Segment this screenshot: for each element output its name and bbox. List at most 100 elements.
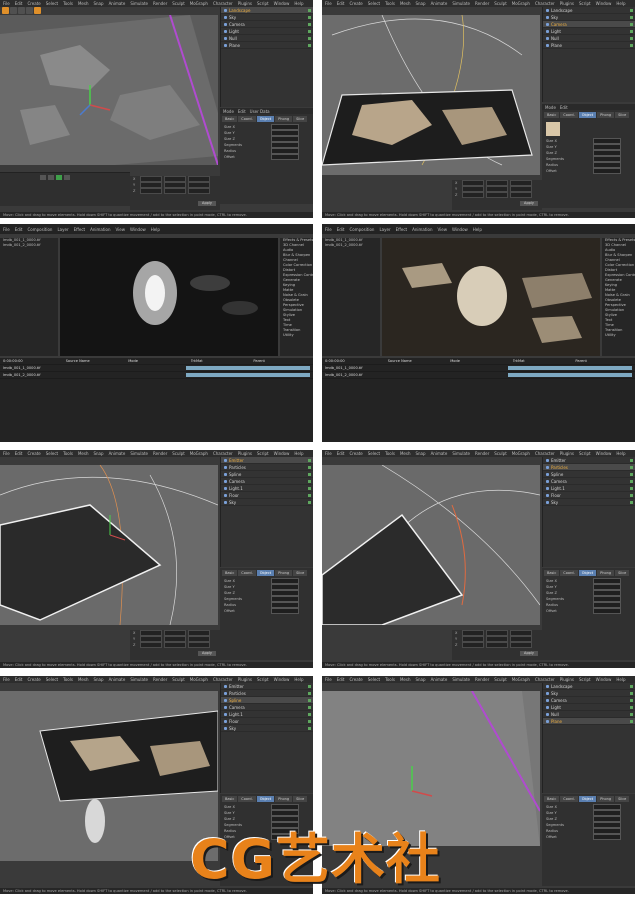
visibility-check-icon[interactable] [308,691,311,695]
object-row[interactable]: Emitter [221,683,313,690]
visibility-check-icon[interactable] [630,698,633,702]
visibility-check-icon[interactable] [308,493,311,497]
visibility-check-icon[interactable] [308,465,311,469]
project-item[interactable]: lmdb_001_2_0000.tif [0,243,58,248]
coord-field[interactable] [140,642,162,648]
visibility-check-icon[interactable] [308,479,311,483]
object-row[interactable]: Sky [543,690,635,697]
object-row[interactable]: Camera [221,478,313,485]
menu-item[interactable]: File [325,451,332,456]
menu-item[interactable]: Edit [337,677,345,682]
object-row[interactable]: Light.1 [543,485,635,492]
menu-item[interactable]: Window [274,677,290,682]
menu-item[interactable]: Animate [431,677,448,682]
timeline-panel[interactable]: 0:00:00:00 Source Name Mode TrkMat Parent lmd… [0,358,313,442]
effect-category[interactable]: Utility [280,333,313,338]
menu-item[interactable]: Effect [74,227,86,232]
menu-item[interactable]: Mesh [78,677,89,682]
object-row[interactable]: Spline [221,697,313,704]
attribute-tab[interactable]: Coord. [238,116,256,122]
coord-field[interactable] [486,192,508,198]
object-row[interactable]: Spline [543,471,635,478]
viewport[interactable] [322,465,540,625]
attribute-tab[interactable]: Basic [222,796,238,802]
menu-item[interactable]: Sculpt [172,451,185,456]
object-row[interactable]: Camera [543,21,635,28]
menu-bar[interactable]: File Edit Create Select Tools Mesh Snap Animate… [322,676,635,683]
menu-item[interactable]: Animate [431,451,448,456]
object-row[interactable]: Light [543,28,635,35]
menu-bar[interactable]: File Edit Create Select Tools Mesh Snap Animate… [322,450,635,457]
menu-item[interactable]: Window [596,1,612,6]
menu-item[interactable]: File [3,1,10,6]
viewport[interactable] [322,15,540,175]
object-row[interactable]: Sky [543,14,635,21]
attribute-tab[interactable]: Coord. [560,112,578,118]
attribute-manager[interactable]: Basic Coord. Object Phong Slice Size X Size Y… [542,568,635,660]
menu-item[interactable]: Window [274,1,290,6]
menu-item[interactable]: Script [257,451,269,456]
layer-row[interactable]: lmdb_001_1_0000.tif [322,365,635,372]
menu-item[interactable]: Edit [337,451,345,456]
visibility-check-icon[interactable] [308,684,311,688]
coordinates-manager[interactable]: X Y Z Apply [130,630,220,660]
visibility-check-icon[interactable] [308,486,311,490]
object-row[interactable]: Null [543,35,635,42]
attribute-tab[interactable]: Phong [597,570,615,576]
menu-item[interactable]: Snap [415,1,425,6]
menu-item[interactable]: Tools [385,1,395,6]
menu-item[interactable]: Plugins [560,451,574,456]
visibility-check-icon[interactable] [630,22,633,26]
object-manager[interactable]: Emitter Particles Spline Camera Light.1 Floor… [220,457,313,567]
menu-item[interactable]: Composition [27,227,52,232]
attribute-tabs[interactable]: Basic Coord. Object Phong Slice [542,568,635,578]
menu-item[interactable]: Help [294,677,303,682]
coord-field[interactable] [188,188,210,194]
menu-item[interactable]: Window [596,677,612,682]
visibility-check-icon[interactable] [308,458,311,462]
object-row[interactable]: Camera [221,21,313,28]
visibility-check-icon[interactable] [630,712,633,716]
object-row[interactable]: Light [221,28,313,35]
menu-item[interactable]: Script [579,677,591,682]
move-icon[interactable] [10,7,17,14]
menu-item[interactable]: Help [616,451,625,456]
rotate-icon[interactable] [26,7,33,14]
render-icon[interactable] [34,7,41,14]
attribute-tab[interactable]: Coord. [238,570,256,576]
attribute-tab[interactable]: Object [578,570,597,576]
visibility-check-icon[interactable] [308,698,311,702]
first-frame-icon[interactable] [40,175,46,180]
viewport[interactable] [0,465,218,625]
attribute-tab[interactable]: Slice [615,796,630,802]
object-manager[interactable]: Landscape Sky Camera Light Null Plane [542,7,635,102]
coord-field[interactable] [140,188,162,194]
toolbar[interactable] [0,7,41,15]
menu-bar[interactable]: File Edit Create Select Tools Mesh Snap Animate… [0,450,313,457]
menu-bar[interactable]: File Edit Composition Layer Effect Animation V… [0,224,313,234]
menu-item[interactable]: Character [535,1,555,6]
attribute-manager[interactable]: Mode Edit User Data Basic Coord. Object Phong… [220,108,313,204]
viewport[interactable] [322,691,540,846]
object-row[interactable]: Sky [221,14,313,21]
attribute-tab[interactable]: Phong [597,112,615,118]
menu-item[interactable]: Sculpt [172,1,185,6]
property-field[interactable] [271,608,299,614]
menu-item[interactable]: Help [151,227,160,232]
menu-item[interactable]: Select [46,451,58,456]
menu-item[interactable]: Plugins [560,677,574,682]
object-row[interactable]: Emitter [543,457,635,464]
menu-item[interactable]: Select [46,677,58,682]
timeline[interactable] [0,166,130,206]
attribute-tab[interactable]: Basic [544,570,560,576]
attribute-tab[interactable]: Basic [222,570,238,576]
property-field[interactable] [593,608,621,614]
object-row[interactable]: Landscape [543,7,635,14]
menu-item[interactable]: Layer [379,227,390,232]
coordinates-manager[interactable]: X Y Z Apply [452,180,542,210]
attribute-tab[interactable]: Slice [615,112,630,118]
menu-item[interactable]: File [3,451,10,456]
visibility-check-icon[interactable] [630,486,633,490]
menu-item[interactable]: Create [349,1,362,6]
object-row[interactable]: Plane [543,42,635,49]
